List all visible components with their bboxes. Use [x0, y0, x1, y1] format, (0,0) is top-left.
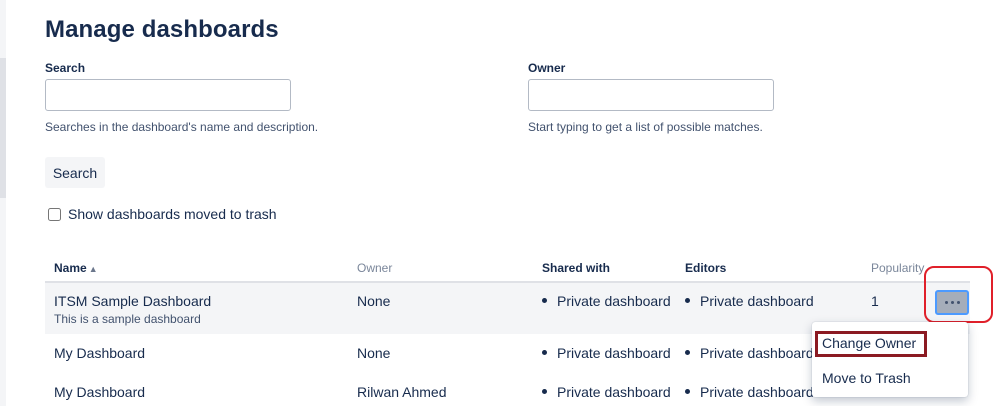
owner-input[interactable]	[528, 79, 774, 111]
row-3-name-link[interactable]: My Dashboard	[54, 384, 145, 400]
row-3-shared-with-label: Private dashboard	[557, 384, 671, 400]
show-trash-label[interactable]: Show dashboards moved to trash	[68, 206, 277, 222]
row-2-owner: None	[357, 345, 391, 361]
column-header-shared-with: Shared with	[542, 261, 611, 275]
row-1-editors: Private dashboard	[685, 293, 814, 309]
owner-label: Owner	[528, 61, 566, 75]
row-actions-button[interactable]	[935, 290, 969, 315]
row-2-shared-with-label: Private dashboard	[557, 345, 671, 361]
column-header-name[interactable]: Name ▲	[54, 261, 98, 275]
row-2-editors-label: Private dashboard	[700, 345, 814, 361]
column-header-editors: Editors	[685, 261, 727, 275]
more-horizontal-icon-dot	[950, 301, 954, 304]
row-3-editors: Private dashboard	[685, 384, 814, 400]
row-1-name-link[interactable]: ITSM Sample Dashboard	[54, 293, 211, 309]
search-label: Search	[45, 61, 86, 75]
column-header-popularity[interactable]: Popularity	[871, 261, 924, 275]
page-title: Manage dashboards	[45, 16, 279, 43]
row-1-description: This is a sample dashboard	[54, 312, 201, 326]
row-3-owner: Rilwan Ahmed	[357, 384, 447, 400]
search-input[interactable]	[45, 79, 291, 111]
owner-help-text: Start typing to get a list of possible m…	[528, 120, 763, 134]
row-actions-menu: Change Owner Move to Trash	[812, 322, 968, 397]
row-3-editors-label: Private dashboard	[700, 384, 814, 400]
scrollbar-thumb[interactable]	[0, 58, 6, 198]
bullet-icon	[542, 388, 547, 394]
row-1-shared-with-label: Private dashboard	[557, 293, 671, 309]
row-2-editors: Private dashboard	[685, 345, 814, 361]
more-horizontal-icon	[944, 301, 948, 304]
sort-ascending-icon: ▲	[88, 264, 98, 274]
bullet-icon	[542, 349, 547, 355]
more-horizontal-icon-dot	[956, 301, 960, 304]
row-2-shared-with: Private dashboard	[542, 345, 671, 361]
row-1-editors-label: Private dashboard	[700, 293, 814, 309]
search-help-text: Searches in the dashboard's name and des…	[45, 120, 319, 134]
row-1-shared-with: Private dashboard	[542, 293, 671, 309]
page-scrollbar[interactable]	[0, 0, 6, 406]
bullet-icon	[685, 297, 690, 303]
bullet-icon	[685, 388, 690, 394]
menu-item-move-to-trash[interactable]: Move to Trash	[822, 370, 911, 386]
row-2-name-link[interactable]: My Dashboard	[54, 345, 145, 361]
menu-item-change-owner[interactable]: Change Owner	[822, 335, 916, 351]
column-header-owner[interactable]: Owner	[357, 261, 392, 275]
row-1-popularity: 1	[871, 293, 879, 309]
bullet-icon	[685, 349, 690, 355]
search-button[interactable]: Search	[45, 157, 105, 188]
column-header-name-label: Name	[54, 261, 87, 275]
show-trash-checkbox[interactable]	[48, 207, 61, 221]
show-trash-toggle[interactable]: Show dashboards moved to trash	[48, 206, 277, 222]
bullet-icon	[542, 297, 547, 303]
row-3-shared-with: Private dashboard	[542, 384, 671, 400]
row-1-owner: None	[357, 293, 391, 309]
